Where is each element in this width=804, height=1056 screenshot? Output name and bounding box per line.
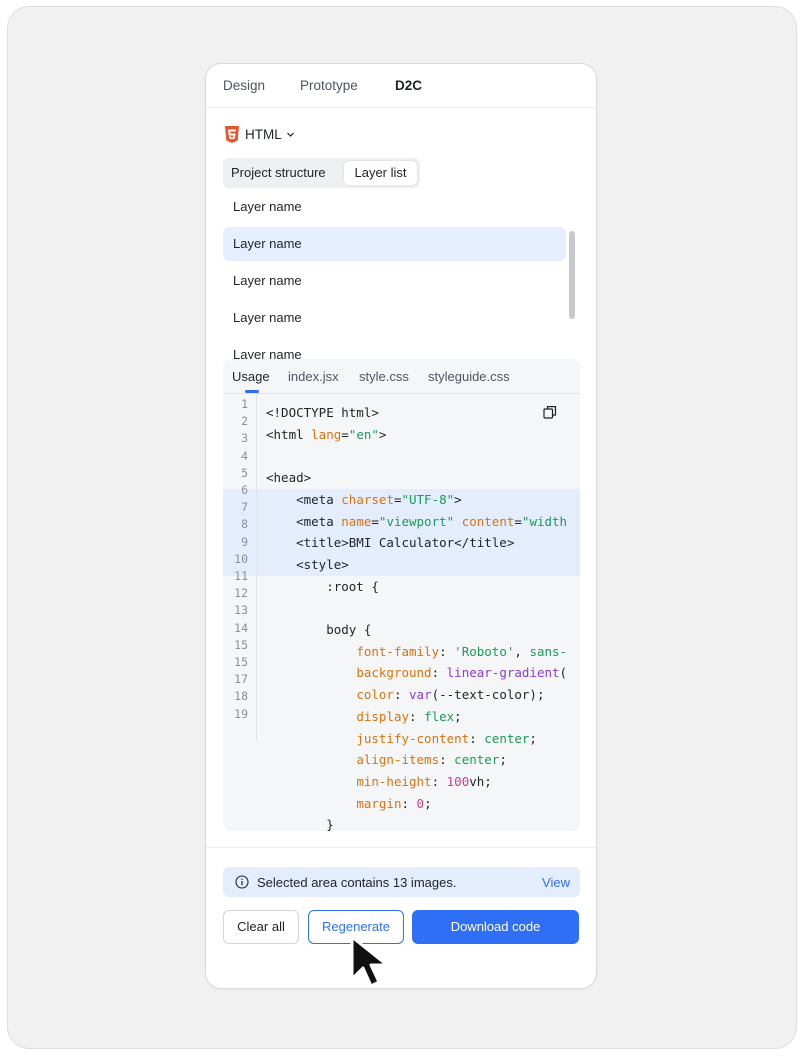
line-number: 4 bbox=[241, 448, 248, 463]
list-item[interactable]: Layer name bbox=[223, 301, 566, 335]
line-number: 2 bbox=[241, 414, 248, 429]
layer-list-scrollbar[interactable] bbox=[569, 231, 575, 319]
code-line: <!DOCTYPE html> bbox=[266, 405, 379, 420]
seg-layer-list[interactable]: Layer list bbox=[344, 161, 417, 185]
code-line: } bbox=[266, 817, 334, 831]
code-file-tabs: Usage index.jsx style.css styleguide.css bbox=[223, 359, 580, 394]
view-switcher: Project structure Layer list bbox=[223, 158, 420, 188]
code-line: justify-content: center; bbox=[356, 730, 537, 746]
code-viewer: Usage index.jsx style.css styleguide.css… bbox=[223, 359, 580, 831]
tab-styleguide-css[interactable]: styleguide.css bbox=[428, 369, 510, 384]
mouse-pointer-icon bbox=[350, 935, 389, 988]
tab-design[interactable]: Design bbox=[223, 78, 265, 93]
line-number: 9 bbox=[241, 534, 248, 549]
format-selector[interactable]: HTML bbox=[224, 124, 295, 144]
code-line: margin: 0; bbox=[356, 795, 432, 811]
download-code-button[interactable]: Download code bbox=[412, 910, 579, 944]
code-line: display: flex; bbox=[356, 708, 462, 724]
line-number: 10 bbox=[234, 551, 248, 566]
line-number: 15 bbox=[234, 637, 248, 652]
line-number: 17 bbox=[234, 672, 248, 687]
divider bbox=[206, 847, 596, 848]
code-line: <title>BMI Calculator</title> bbox=[266, 535, 515, 551]
layer-list: Layer name Layer name Layer name Layer n… bbox=[223, 194, 569, 360]
line-number: 1 bbox=[241, 397, 248, 411]
code-line: :root { bbox=[266, 578, 379, 594]
line-number: 11 bbox=[234, 569, 248, 583]
tab-index-jsx[interactable]: index.jsx bbox=[288, 369, 339, 384]
code-line: font-family: 'Roboto', sans- bbox=[356, 643, 568, 659]
line-number: 13 bbox=[234, 603, 248, 618]
line-number: 18 bbox=[234, 689, 248, 704]
code-line: <html lang="en"> bbox=[266, 426, 387, 442]
code-line: <head> bbox=[266, 470, 312, 486]
line-number: 7 bbox=[241, 500, 248, 515]
tab-usage[interactable]: Usage bbox=[232, 369, 270, 384]
format-label: HTML bbox=[245, 126, 282, 142]
line-number: 14 bbox=[234, 620, 248, 635]
line-number: 19 bbox=[234, 706, 248, 721]
list-item-selected[interactable]: Layer name bbox=[223, 227, 566, 261]
line-number: 5 bbox=[241, 465, 248, 480]
line-number: 12 bbox=[234, 586, 248, 601]
info-text: Selected area contains 13 images. bbox=[257, 875, 457, 890]
line-number-gutter: 1 2 3 4 5 6 7 8 9 10 11 12 13 14 15 15 17 18 19 bbox=[223, 394, 257, 741]
line-number: 8 bbox=[241, 517, 248, 532]
code-line: <meta name="viewport" content="width bbox=[266, 513, 568, 529]
code-line: color: var(--text-color); bbox=[356, 687, 545, 703]
view-link[interactable]: View bbox=[542, 875, 570, 890]
tab-style-css[interactable]: style.css bbox=[359, 369, 409, 384]
code-line: <style> bbox=[266, 556, 349, 572]
active-tab-indicator bbox=[245, 390, 259, 393]
line-number: 6 bbox=[241, 483, 248, 497]
code-line: body { bbox=[266, 622, 372, 637]
seg-project-structure[interactable]: Project structure bbox=[231, 161, 326, 185]
line-number: 3 bbox=[241, 431, 248, 446]
info-banner: Selected area contains 13 images. View bbox=[223, 867, 580, 897]
info-icon bbox=[235, 875, 249, 889]
tab-d2c[interactable]: D2C bbox=[395, 78, 422, 93]
mode-tabs: Design Prototype D2C bbox=[206, 64, 596, 108]
code-line: min-height: 100vh; bbox=[356, 773, 492, 789]
tab-prototype[interactable]: Prototype bbox=[300, 78, 358, 93]
html5-icon bbox=[225, 125, 239, 143]
line-number: 15 bbox=[234, 655, 248, 669]
copy-icon[interactable] bbox=[543, 405, 557, 419]
d2c-panel: Design Prototype D2C HTML Project struct… bbox=[205, 63, 597, 989]
chevron-down-icon bbox=[286, 132, 294, 137]
clear-all-button[interactable]: Clear all bbox=[223, 910, 299, 944]
list-item[interactable]: Layer name bbox=[223, 338, 566, 360]
code-line: align-items: center; bbox=[356, 752, 507, 768]
list-item[interactable]: Layer name bbox=[223, 264, 566, 298]
code-line: background: linear-gradient( bbox=[356, 665, 568, 681]
code-line: <meta charset="UTF-8"> bbox=[266, 491, 462, 507]
list-item[interactable]: Layer name bbox=[223, 194, 566, 224]
